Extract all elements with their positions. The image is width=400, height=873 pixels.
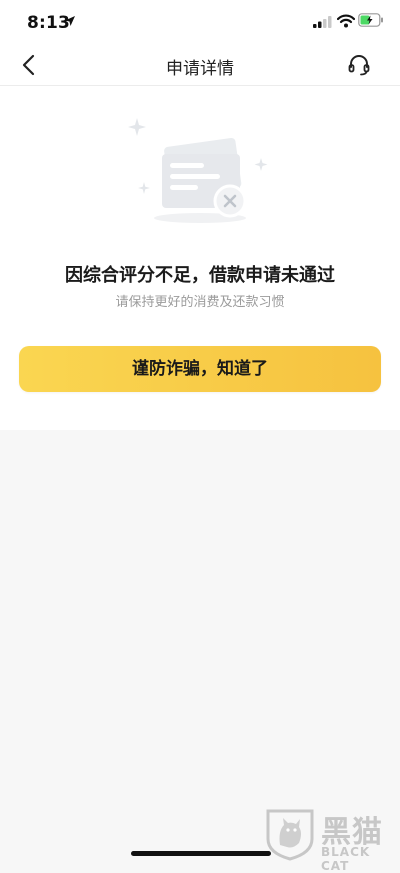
- navigation-bar: 申请详情: [0, 44, 400, 86]
- black-cat-logo: [266, 809, 314, 861]
- watermark: 黑猫 BLACK CAT: [265, 805, 395, 873]
- rejected-card-illustration: [128, 118, 268, 223]
- battery-icon: [358, 13, 383, 27]
- home-indicator[interactable]: [131, 851, 271, 856]
- status-bar: 8:13: [0, 0, 400, 44]
- page-title: 申请详情: [166, 59, 234, 79]
- acknowledge-button[interactable]: 谨防诈骗，知道了: [19, 346, 381, 392]
- watermark-en: BLACK CAT: [321, 845, 371, 873]
- wifi-icon: [337, 14, 355, 28]
- result-message: 因综合评分不足，借款申请未通过: [65, 265, 335, 286]
- signal-icon: [313, 16, 332, 28]
- headset-icon[interactable]: [344, 50, 374, 80]
- location-arrow-icon: [65, 16, 75, 26]
- result-subtitle: 请保持更好的消费及还款习惯: [115, 295, 285, 310]
